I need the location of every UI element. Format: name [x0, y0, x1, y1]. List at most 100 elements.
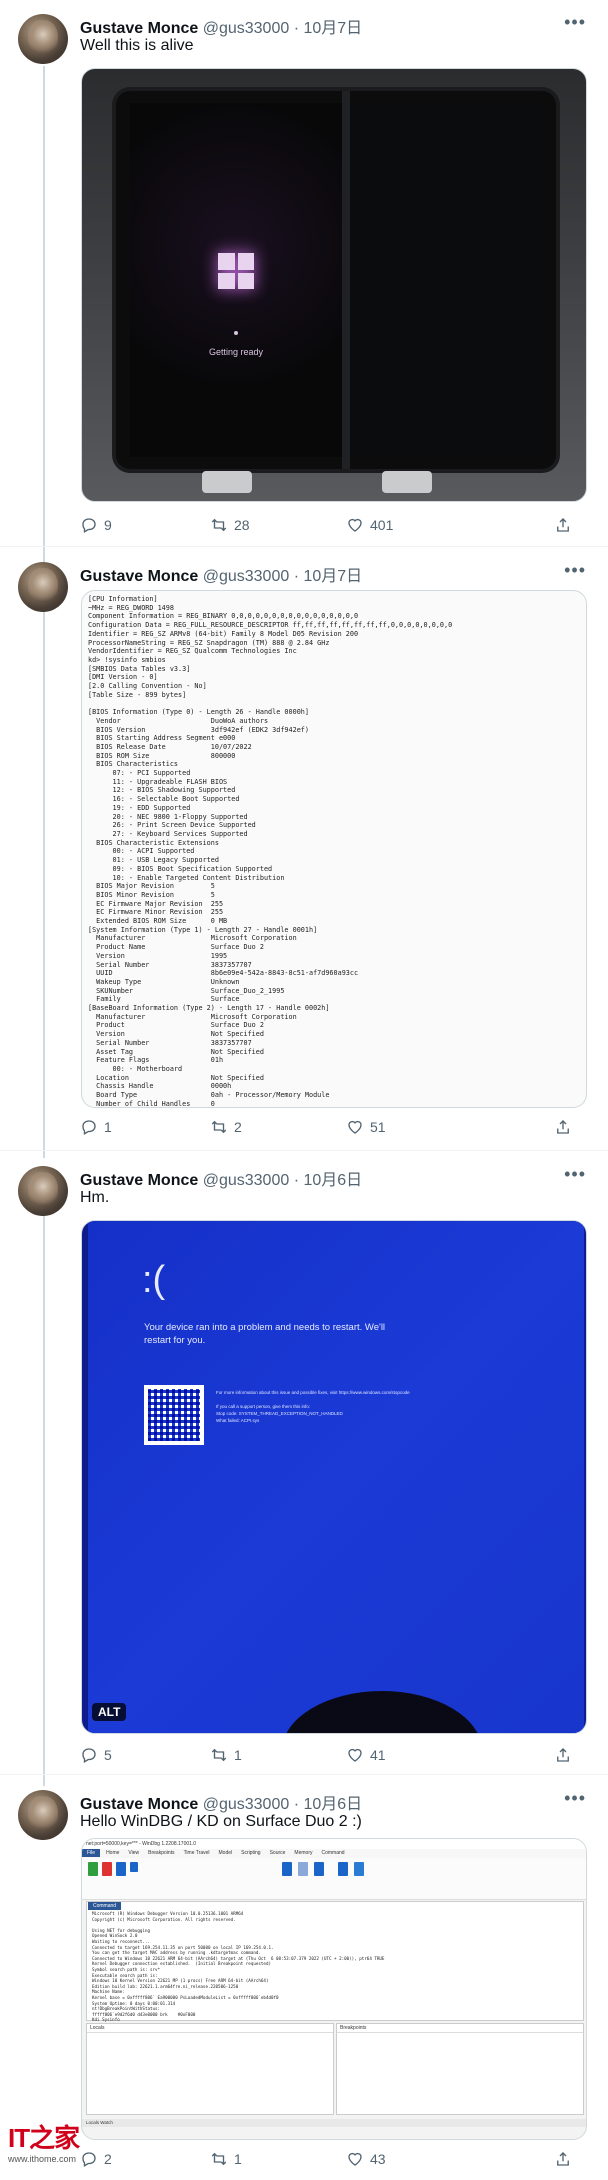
avatar[interactable] — [18, 14, 68, 64]
display-name[interactable]: Gustave Monce — [80, 20, 198, 37]
smbios-line: Version 1995 — [88, 951, 228, 960]
user-handle[interactable]: @gus33000 — [203, 20, 290, 37]
retweet-button[interactable]: 28 — [210, 516, 250, 534]
like-count: 43 — [370, 2151, 386, 2167]
menu-item-breakpoints[interactable]: Breakpoints — [148, 1850, 174, 1856]
smbios-line: ProcessorNameString = REG_SZ Snapdragon … — [88, 638, 330, 647]
menu-item-file[interactable]: File — [82, 1849, 101, 1857]
share-icon — [557, 1120, 569, 1134]
tweet-actions: 9 28 401 — [80, 516, 569, 536]
retweet-button[interactable]: 2 — [210, 1118, 242, 1136]
tweet-photo[interactable]: net:port=50000,key=*** - WinDbg 1.2208.1… — [81, 1838, 587, 2140]
reply-count: 1 — [104, 1119, 112, 1135]
share-button[interactable] — [554, 2150, 572, 2168]
smbios-line: Feature Flags 01h — [88, 1056, 224, 1065]
smbios-line: Vendor DuoWoA authors — [88, 716, 269, 725]
more-options-icon[interactable]: ••• — [564, 12, 586, 33]
menu-item-time-travel[interactable]: Time Travel — [184, 1850, 210, 1856]
smbios-output-text: [CPU Information] ~MHz = REG_DWORD 1498 Co… — [88, 595, 452, 1108]
alt-text-badge[interactable]: ALT — [92, 1703, 127, 1721]
menu-item-model[interactable]: Model — [219, 1850, 233, 1856]
tweet-date[interactable]: 10月6日 — [303, 1172, 362, 1189]
display-name[interactable]: Gustave Monce — [80, 568, 198, 585]
tweet-date[interactable]: 10月7日 — [303, 568, 362, 585]
tweet-photo[interactable]: :( Your device ran into a problem and ne… — [81, 1220, 587, 1734]
smbios-line: Manufacturer Microsoft Corporation — [88, 934, 297, 943]
like-button[interactable]: 41 — [346, 1746, 386, 1764]
retweet-count: 2 — [234, 1119, 242, 1135]
avatar[interactable] — [18, 1166, 68, 1216]
heart-icon — [348, 518, 362, 532]
locals-panel[interactable]: Locals — [86, 2023, 334, 2115]
display-name[interactable]: Gustave Monce — [80, 1172, 198, 1189]
tweet[interactable]: Gustave Monce @gus33000 · 10月6日 ••• Hm. … — [0, 1152, 608, 1772]
share-icon — [557, 2152, 569, 2166]
smbios-line: EC Firmware Minor Revision 255 — [88, 908, 224, 917]
smbios-line: Product Name Surface Duo 2 — [88, 943, 264, 952]
panel-header: Locals — [87, 2024, 333, 2033]
tweet-photo[interactable]: [CPU Information] ~MHz = REG_DWORD 1498 Co… — [81, 590, 587, 1108]
tweet-date[interactable]: 10月6日 — [303, 1796, 362, 1813]
more-options-icon[interactable]: ••• — [564, 560, 586, 581]
menu-item-home[interactable]: Home — [106, 1850, 119, 1856]
share-button[interactable] — [554, 1118, 572, 1136]
display-name[interactable]: Gustave Monce — [80, 1796, 198, 1813]
like-count: 41 — [370, 1747, 386, 1763]
menu-item-view[interactable]: View — [128, 1850, 139, 1856]
command-tab[interactable]: Command — [88, 1902, 122, 1910]
avatar[interactable] — [18, 1790, 68, 1840]
tweet-header: Gustave Monce @gus33000 · 10月6日 — [80, 1166, 362, 1190]
step-into-icon — [116, 1862, 126, 1876]
tweet[interactable]: Gustave Monce @gus33000 · 10月7日 ••• [CPU… — [0, 548, 608, 1148]
retweet-button[interactable]: 1 — [210, 1746, 242, 1764]
menu-item-scripting[interactable]: Scripting — [241, 1850, 260, 1856]
ithome-url: www.ithome.com — [8, 2154, 77, 2164]
smbios-line: Identifier = REG_SZ ARMv8 (64-bit) Famil… — [88, 629, 359, 638]
smbios-line: Asset Tag Not Specified — [88, 1047, 264, 1056]
windbg-menubar: File Home View Breakpoints Time Travel Model S… — [82, 1849, 586, 1858]
retweet-button[interactable]: 1 — [210, 2150, 242, 2168]
like-button[interactable]: 401 — [346, 516, 393, 534]
user-handle[interactable]: @gus33000 — [203, 1172, 290, 1189]
retweet-count: 1 — [234, 1747, 242, 1763]
smbios-line: [SMBIOS Data Tables v3.3] — [88, 664, 191, 673]
user-handle[interactable]: @gus33000 — [203, 568, 290, 585]
windbg-statusbar: Locals Watch — [82, 2119, 586, 2127]
more-options-icon[interactable]: ••• — [564, 1164, 586, 1185]
share-icon — [557, 1748, 569, 1762]
tweet-photo[interactable]: Getting ready — [81, 68, 587, 502]
smbios-line: 20: - NEC 9800 1-Floppy Supported — [88, 812, 248, 821]
smbios-line: [DMI Version - 0] — [88, 673, 158, 682]
share-icon — [557, 518, 569, 532]
retweet-icon — [211, 2152, 227, 2166]
smbios-line: Family Surface — [88, 995, 240, 1004]
reply-button[interactable]: 5 — [80, 1746, 112, 1764]
menu-item-command[interactable]: Command — [321, 1850, 344, 1856]
smbios-line: BIOS Characteristic Extensions — [88, 838, 219, 847]
heart-icon — [348, 1748, 362, 1762]
tweet-header: Gustave Monce @gus33000 · 10月7日 — [80, 14, 362, 38]
more-options-icon[interactable]: ••• — [564, 1788, 586, 1809]
user-handle[interactable]: @gus33000 — [203, 1796, 290, 1813]
breakpoints-panel[interactable]: Breakpoints — [336, 2023, 584, 2115]
smbios-line: Number of Child Handles 0 — [88, 1099, 215, 1108]
smbios-line: Wakeup Type Unknown — [88, 977, 240, 986]
tweet-text: Well this is alive — [80, 37, 194, 54]
menu-item-memory[interactable]: Memory — [294, 1850, 312, 1856]
share-button[interactable] — [554, 1746, 572, 1764]
like-button[interactable]: 51 — [346, 1118, 386, 1136]
avatar[interactable] — [18, 562, 68, 612]
menu-item-source[interactable]: Source — [270, 1850, 286, 1856]
smbios-line: Extended BIOS ROM Size 0 MB — [88, 917, 228, 926]
tweet-date[interactable]: 10月7日 — [303, 20, 362, 37]
reply-button[interactable]: 9 — [80, 516, 112, 534]
share-button[interactable] — [554, 516, 572, 534]
tweet[interactable]: Gustave Monce @gus33000 · 10月7日 ••• Well… — [0, 0, 608, 546]
like-button[interactable]: 43 — [346, 2150, 386, 2168]
reply-button[interactable]: 1 — [80, 1118, 112, 1136]
reply-icon — [82, 1120, 96, 1135]
smbios-line: BIOS Starting Address Segment e000 — [88, 734, 236, 743]
smbios-line: [BaseBoard Information (Type 2) - Length… — [88, 1004, 330, 1013]
like-count: 51 — [370, 1119, 386, 1135]
smbios-line: kd> !sysinfo smbios — [88, 655, 166, 664]
